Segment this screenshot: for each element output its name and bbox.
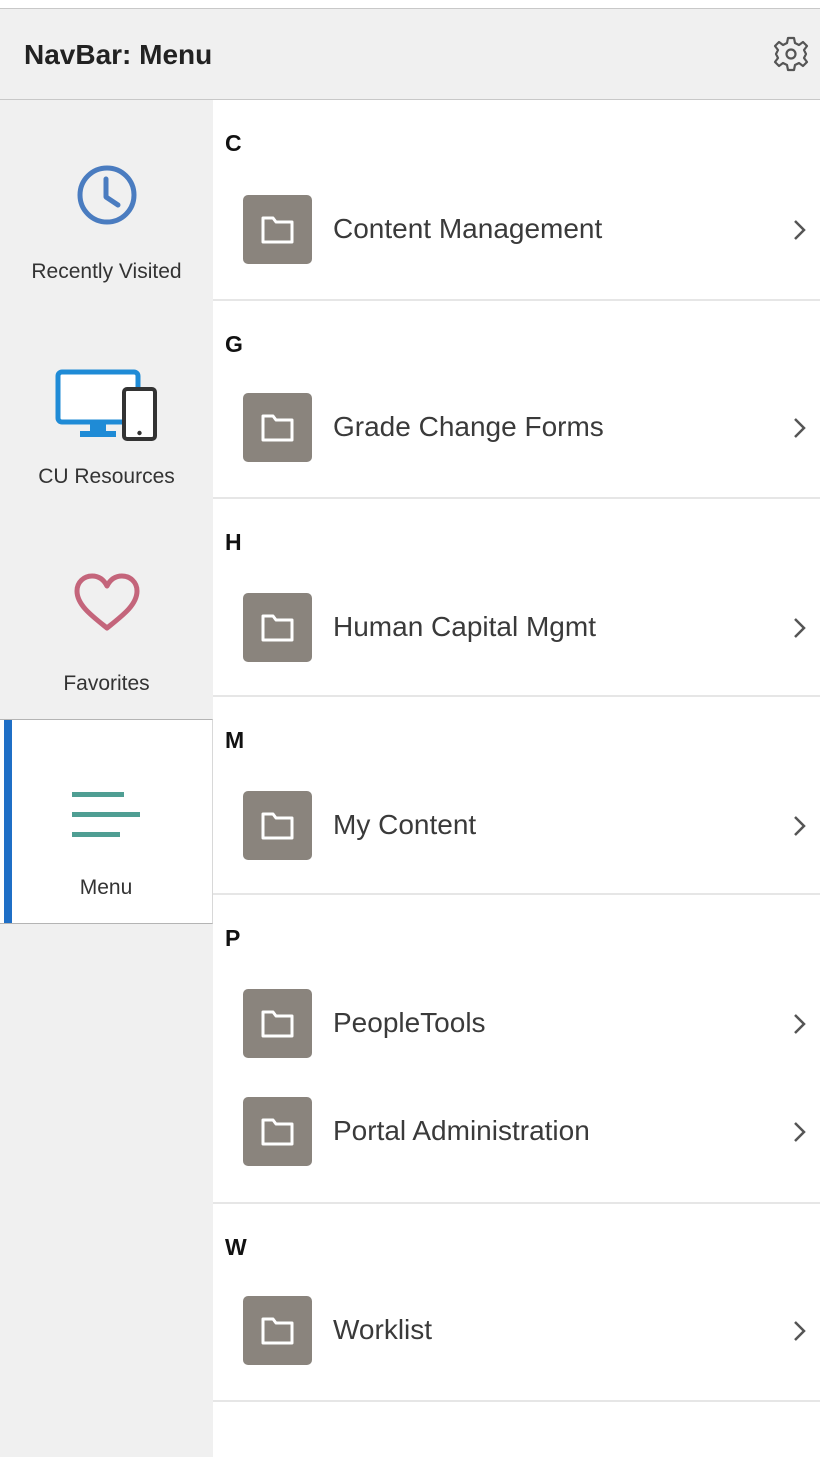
chevron-right-icon: [792, 815, 808, 837]
menu-item-my-content[interactable]: My Content: [213, 791, 820, 861]
folder-icon: [243, 195, 312, 264]
menu-group-c: C Content Management: [213, 100, 820, 301]
menu-list: C Content Management G Grade Change Form…: [213, 100, 820, 1457]
menu-group-w: W Worklist: [213, 1204, 820, 1402]
menu-item-peopletools[interactable]: PeopleTools: [213, 989, 820, 1059]
menu-item-label: PeopleTools: [333, 1007, 486, 1038]
menu-item-label: Grade Change Forms: [333, 411, 604, 442]
sidebar-item-label: Favorites: [63, 672, 150, 695]
menu-lines-icon: [70, 790, 142, 845]
heart-icon: [72, 572, 142, 639]
group-letter: H: [225, 529, 242, 555]
sidebar-item-label: CU Resources: [38, 465, 175, 488]
navbar-sidebar: Recently Visited CU Resources Favorites: [0, 100, 213, 1457]
sidebar-item-menu[interactable]: Menu: [0, 719, 213, 924]
folder-icon: [243, 1097, 312, 1166]
menu-item-portal-administration[interactable]: Portal Administration: [213, 1097, 820, 1167]
menu-item-human-capital-mgmt[interactable]: Human Capital Mgmt: [213, 593, 820, 663]
menu-group-m: M My Content: [213, 697, 820, 895]
folder-icon: [243, 791, 312, 860]
header-bar: NavBar: Menu: [0, 8, 820, 100]
menu-item-label: Human Capital Mgmt: [333, 611, 596, 642]
sidebar-item-favorites[interactable]: Favorites: [0, 514, 213, 719]
menu-item-label: Content Management: [333, 213, 603, 244]
sidebar-item-recently-visited[interactable]: Recently Visited: [0, 100, 213, 305]
menu-item-label: My Content: [333, 809, 477, 840]
menu-item-label: Worklist: [333, 1314, 433, 1345]
sidebar-item-cu-resources[interactable]: CU Resources: [0, 307, 213, 512]
menu-item-grade-change-forms[interactable]: Grade Change Forms: [213, 393, 820, 463]
menu-group-h: H Human Capital Mgmt: [213, 499, 820, 697]
menu-group-p: P PeopleTools Portal Administration: [213, 895, 820, 1204]
folder-icon: [243, 989, 312, 1058]
menu-item-worklist[interactable]: Worklist: [213, 1296, 820, 1366]
sidebar-item-label: Menu: [79, 876, 133, 899]
chevron-right-icon: [792, 417, 808, 439]
chevron-right-icon: [792, 1121, 808, 1143]
menu-item-content-management[interactable]: Content Management: [213, 195, 820, 265]
folder-icon: [243, 593, 312, 662]
chevron-right-icon: [792, 1320, 808, 1342]
menu-item-label: Portal Administration: [333, 1115, 590, 1146]
folder-icon: [243, 393, 312, 462]
clock-icon: [75, 163, 139, 232]
group-letter: G: [225, 331, 243, 357]
group-letter: W: [225, 1234, 247, 1260]
chevron-right-icon: [792, 219, 808, 241]
group-letter: M: [225, 727, 245, 753]
gear-icon[interactable]: [772, 35, 810, 73]
menu-group-g: G Grade Change Forms: [213, 301, 820, 499]
group-letter: C: [225, 130, 242, 156]
folder-icon: [243, 1296, 312, 1365]
chevron-right-icon: [792, 1013, 808, 1035]
chevron-right-icon: [792, 617, 808, 639]
page-title: NavBar: Menu: [24, 39, 213, 70]
group-letter: P: [225, 925, 241, 951]
sidebar-item-label: Recently Visited: [31, 260, 182, 283]
devices-icon: [55, 369, 159, 448]
